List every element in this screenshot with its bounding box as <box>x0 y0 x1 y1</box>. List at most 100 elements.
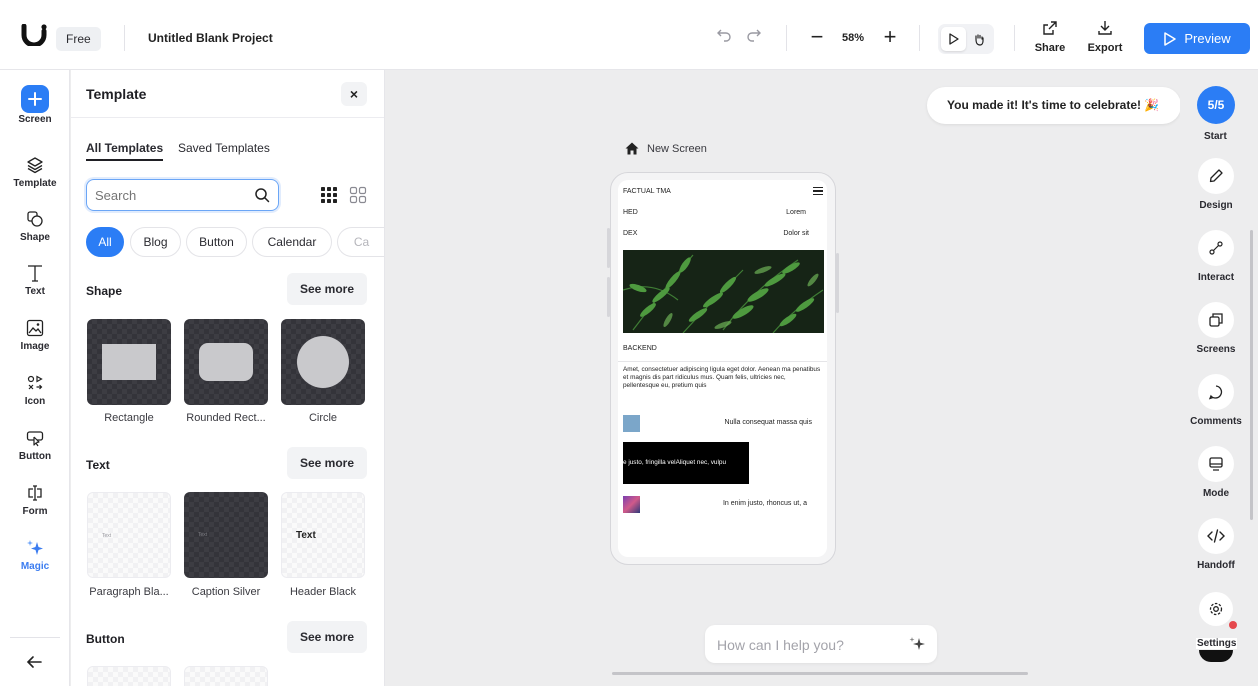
filter-chip-calendar[interactable]: Calendar <box>252 227 332 257</box>
image-icon <box>0 316 70 340</box>
divider <box>124 25 125 51</box>
filter-chip-partial[interactable]: Ca <box>337 227 384 257</box>
shapes-icon <box>0 207 70 231</box>
template-caption: Rounded Rect... <box>186 412 266 424</box>
settings-label[interactable]: Settings <box>1196 638 1238 649</box>
select-pointer-icon[interactable] <box>941 27 966 51</box>
phone-row-label[interactable]: DEX <box>623 230 637 237</box>
panel-header: Template × <box>71 70 384 118</box>
hamburger-menu-icon[interactable] <box>813 187 823 195</box>
search-input[interactable] <box>95 186 245 204</box>
template-card-rounded-rect[interactable] <box>184 319 268 405</box>
template-card-rectangle[interactable] <box>87 319 171 405</box>
screen-name-label[interactable]: New Screen <box>625 142 707 155</box>
template-caption: Rectangle <box>104 412 154 424</box>
ai-assistant-input[interactable]: How can I help you? <box>705 625 937 663</box>
grid-large-view-icon[interactable] <box>349 186 367 204</box>
rail-item-text[interactable]: Text <box>0 261 70 297</box>
phone-paragraph[interactable]: Amet, consectetuer adipiscing ligula ege… <box>623 366 823 406</box>
phone-frame[interactable]: FACTUAL TMA HED Lorem DEX Dolor sit BACK… <box>607 172 839 565</box>
template-card-caption-silver[interactable]: Text <box>184 492 268 578</box>
phone-section-title[interactable]: BACKEND <box>623 345 657 352</box>
template-card-button[interactable] <box>87 666 171 686</box>
right-rail-screens[interactable]: Screens <box>1184 302 1248 355</box>
undo-icon[interactable] <box>713 27 735 49</box>
filter-chip-button[interactable]: Button <box>186 227 247 257</box>
horizontal-scrollbar[interactable] <box>612 672 1028 675</box>
phone-screen[interactable]: FACTUAL TMA HED Lorem DEX Dolor sit BACK… <box>618 180 827 557</box>
left-tool-rail: Screen Template Shape Text Image Icon Bu… <box>0 70 70 686</box>
template-card-header-black[interactable]: Text <box>281 492 365 578</box>
tab-saved-templates[interactable]: Saved Templates <box>178 141 270 155</box>
grid-small-view-icon[interactable] <box>320 186 338 204</box>
phone-row-value[interactable]: Dolor sit <box>783 230 809 237</box>
see-more-text-button[interactable]: See more <box>287 447 367 479</box>
sparkle-icon <box>0 536 70 560</box>
see-more-button-button[interactable]: See more <box>287 621 367 653</box>
right-rail-design[interactable]: Design <box>1184 158 1248 211</box>
preview-button[interactable]: Preview <box>1144 23 1250 54</box>
export-label: Export <box>1087 42 1123 54</box>
comment-icon <box>1198 374 1234 410</box>
thumb-sample-text: Text <box>102 533 112 539</box>
share-button[interactable]: Share <box>1028 20 1072 54</box>
fern-leaves-image[interactable] <box>623 250 824 333</box>
right-rail-comments[interactable]: Comments <box>1184 374 1248 427</box>
see-more-shape-button[interactable]: See more <box>287 273 367 305</box>
right-rail-settings[interactable] <box>1184 592 1248 626</box>
phone-row-label[interactable]: HED <box>623 209 638 216</box>
hand-pan-icon[interactable] <box>966 27 991 51</box>
phone-brand[interactable]: FACTUAL TMA <box>623 188 671 195</box>
zoom-in-button[interactable]: + <box>879 24 901 50</box>
rail-item-image[interactable]: Image <box>0 316 70 352</box>
redo-icon[interactable] <box>743 27 765 49</box>
tab-all-templates[interactable]: All Templates <box>86 141 164 161</box>
sparkle-icon[interactable] <box>908 635 926 653</box>
close-panel-button[interactable]: × <box>341 82 367 106</box>
phone-dark-banner[interactable]: e justo, fringilla velAliquet nec, vulpu <box>623 442 749 484</box>
rail-label: Magic <box>20 561 50 572</box>
export-button[interactable]: Export <box>1083 20 1127 54</box>
phone-side-button <box>836 253 839 313</box>
thumbnail-image[interactable] <box>623 496 640 513</box>
thumbnail-image[interactable] <box>623 415 640 432</box>
start-label[interactable]: Start <box>1204 131 1227 142</box>
filter-chip-blog[interactable]: Blog <box>130 227 181 257</box>
screens-icon <box>1198 302 1234 338</box>
rail-item-template[interactable]: Template <box>0 153 70 189</box>
rail-item-screen[interactable]: Screen <box>0 85 70 125</box>
right-rail-handoff[interactable]: Handoff <box>1184 518 1248 571</box>
phone-list-text[interactable]: In enim justo, rhoncus ut, a <box>723 500 807 507</box>
app-logo-icon[interactable] <box>21 24 47 46</box>
template-card-button[interactable] <box>184 666 268 686</box>
rail-item-button[interactable]: Button <box>0 426 70 462</box>
template-card-paragraph-black[interactable]: Text <box>87 492 171 578</box>
rail-item-shape[interactable]: Shape <box>0 207 70 243</box>
arrow-left-icon[interactable] <box>23 650 47 674</box>
vertical-scrollbar[interactable] <box>1250 230 1253 520</box>
phone-list-text[interactable]: Nulla consequat massa quis <box>724 419 812 426</box>
rail-item-magic[interactable]: Magic <box>0 536 70 572</box>
right-rail-mode[interactable]: Mode <box>1184 446 1248 499</box>
divider <box>1014 25 1015 51</box>
layers-icon <box>0 153 70 177</box>
zoom-out-button[interactable]: − <box>806 24 828 50</box>
search-icon[interactable] <box>254 187 270 203</box>
interact-icon <box>1198 230 1234 266</box>
monitor-icon <box>1198 446 1234 482</box>
button-icon <box>0 426 70 450</box>
zoom-level[interactable]: 58% <box>842 32 864 44</box>
rail-item-form[interactable]: Form <box>0 481 70 517</box>
project-title[interactable]: Untitled Blank Project <box>148 31 273 45</box>
rail-item-icon[interactable]: Icon <box>0 371 70 407</box>
play-icon <box>1164 31 1177 46</box>
template-card-circle[interactable] <box>281 319 365 405</box>
phone-row-value[interactable]: Lorem <box>786 209 806 216</box>
rail-label: Handoff <box>1197 560 1235 571</box>
progress-badge[interactable]: 5/5 <box>1197 86 1235 124</box>
plan-badge[interactable]: Free <box>56 27 101 51</box>
template-caption: Header Black <box>289 586 357 598</box>
filter-chip-all[interactable]: All <box>86 227 124 257</box>
right-rail-interact[interactable]: Interact <box>1184 230 1248 283</box>
icons-icon <box>0 371 70 395</box>
